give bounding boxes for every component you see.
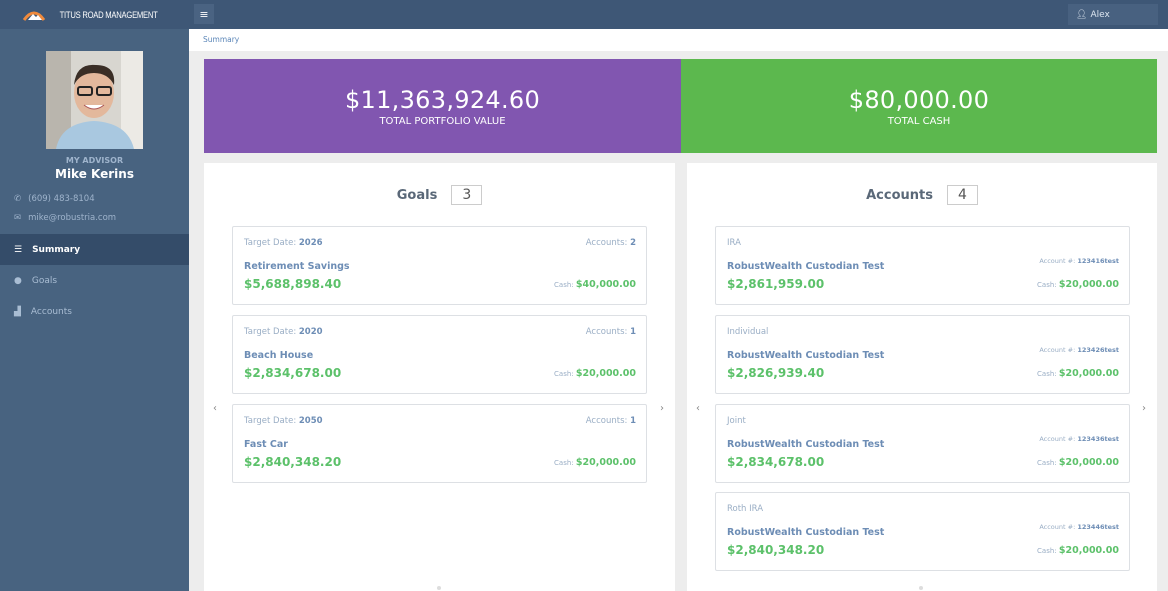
account-name[interactable]: RobustWealth Custodian Test (727, 527, 884, 538)
breadcrumb-summary[interactable]: Summary (203, 35, 239, 44)
account-type: Joint (727, 416, 746, 426)
brand-logo[interactable]: TITUS ROAD MANAGEMENT (0, 0, 189, 29)
advisor-photo (46, 51, 143, 149)
brand-name: TITUS ROAD MANAGEMENT (59, 9, 158, 20)
goals-header: Goals 3 (204, 185, 675, 205)
goal-accounts: Accounts: 1 (585, 416, 636, 426)
accounts-pager-dot[interactable] (919, 586, 923, 590)
advisor-email[interactable]: ✉ mike@robustria.com (14, 213, 116, 223)
goal-cash: Cash: $20,000.00 (554, 457, 636, 468)
total-portfolio-card: $11,363,924.60 TOTAL PORTFOLIO VALUE (204, 59, 681, 153)
target-date: Target Date: 2020 (244, 327, 323, 337)
advisor-phone[interactable]: ✆ (609) 483-8104 (14, 194, 95, 204)
account-card[interactable]: Joint RobustWealth Custodian Test $2,834… (715, 404, 1130, 483)
user-icon: 👤︎ (1076, 9, 1088, 20)
advisor-label: MY ADVISOR (65, 156, 124, 165)
goals-prev-arrow[interactable]: ‹ (213, 403, 217, 414)
accounts-next-arrow[interactable]: › (1142, 403, 1146, 414)
total-cash-card: $80,000.00 TOTAL CASH (681, 59, 1157, 153)
phone-icon: ✆ (14, 194, 22, 204)
account-card[interactable]: IRA RobustWealth Custodian Test $2,861,9… (715, 226, 1130, 305)
account-card[interactable]: Roth IRA RobustWealth Custodian Test $2,… (715, 492, 1130, 571)
goals-next-arrow[interactable]: › (660, 403, 664, 414)
sidebar-item-goals[interactable]: ● Goals (0, 265, 189, 296)
account-value: $2,826,939.40 (727, 366, 825, 380)
goal-name[interactable]: Retirement Savings (244, 261, 350, 272)
account-name[interactable]: RobustWealth Custodian Test (727, 350, 884, 361)
menu-toggle-button[interactable]: ≡ (194, 4, 214, 24)
list-icon: ☰ (14, 244, 23, 255)
account-number: Account #: 123416test (1039, 257, 1119, 265)
goal-card[interactable]: Target Date: 2050 Accounts: 1 Fast Car $… (232, 404, 647, 483)
nav-label: Summary (32, 244, 81, 255)
goal-name[interactable]: Fast Car (244, 439, 288, 450)
sidebar-item-summary[interactable]: ☰ Summary (0, 234, 189, 265)
account-type: Roth IRA (727, 504, 764, 514)
goal-name[interactable]: Beach House (244, 350, 313, 361)
sidebar-item-accounts[interactable]: ▟ Accounts (0, 296, 189, 327)
portfolio-value: $11,363,924.60 (344, 85, 541, 114)
goal-accounts: Accounts: 2 (585, 238, 636, 248)
target-date: Target Date: 2050 (244, 416, 323, 426)
goals-count: 3 (451, 185, 483, 205)
accounts-count: 4 (946, 185, 978, 205)
account-value: $2,861,959.00 (727, 277, 825, 291)
portfolio-label: TOTAL PORTFOLIO VALUE (379, 115, 506, 127)
hamburger-icon: ≡ (199, 7, 209, 21)
goal-card[interactable]: Target Date: 2026 Accounts: 2 Retirement… (232, 226, 647, 305)
nav-label: Goals (31, 275, 58, 286)
circle-icon: ● (14, 275, 22, 286)
account-card[interactable]: Individual RobustWealth Custodian Test $… (715, 315, 1130, 394)
goal-value: $2,840,348.20 (244, 455, 342, 469)
account-number: Account #: 123436test (1039, 435, 1119, 443)
goal-accounts: Accounts: 1 (585, 327, 636, 337)
goal-value: $2,834,678.00 (244, 366, 342, 380)
top-bar: TITUS ROAD MANAGEMENT ≡ 👤︎ Alex (0, 0, 1168, 29)
breadcrumb: Summary (189, 29, 1168, 51)
goals-pager-dot[interactable] (437, 586, 441, 590)
cash-value: $80,000.00 (848, 85, 990, 114)
chart-icon: ▟ (14, 306, 21, 317)
account-cash: Cash: $20,000.00 (1037, 368, 1119, 379)
account-number: Account #: 123446test (1039, 523, 1119, 531)
user-menu-button[interactable]: 👤︎ Alex (1068, 4, 1158, 25)
account-value: $2,840,348.20 (727, 543, 825, 557)
accounts-header: Accounts 4 (687, 185, 1157, 205)
account-cash: Cash: $20,000.00 (1037, 545, 1119, 556)
envelope-icon: ✉ (14, 213, 22, 223)
accounts-title: Accounts (866, 187, 933, 203)
sidebar: MY ADVISOR Mike Kerins ✆ (609) 483-8104 … (0, 29, 189, 591)
email-text: mike@robustria.com (28, 213, 117, 223)
account-name[interactable]: RobustWealth Custodian Test (727, 261, 884, 272)
goal-value: $5,688,898.40 (244, 277, 342, 291)
goal-cash: Cash: $40,000.00 (554, 279, 636, 290)
advisor-name: Mike Kerins (55, 167, 134, 181)
user-name: Alex (1090, 9, 1110, 20)
account-name[interactable]: RobustWealth Custodian Test (727, 439, 884, 450)
nav-label: Accounts (30, 306, 72, 317)
target-date: Target Date: 2026 (244, 238, 323, 248)
account-type: Individual (727, 327, 769, 337)
mountain-logo-icon (22, 11, 45, 21)
phone-text: (609) 483-8104 (28, 194, 95, 204)
goal-card[interactable]: Target Date: 2020 Accounts: 1 Beach Hous… (232, 315, 647, 394)
account-value: $2,834,678.00 (727, 455, 825, 469)
goal-cash: Cash: $20,000.00 (554, 368, 636, 379)
account-cash: Cash: $20,000.00 (1037, 279, 1119, 290)
account-type: IRA (727, 238, 741, 248)
accounts-prev-arrow[interactable]: ‹ (696, 403, 700, 414)
cash-label: TOTAL CASH (887, 115, 951, 127)
account-number: Account #: 123426test (1039, 346, 1119, 354)
account-cash: Cash: $20,000.00 (1037, 457, 1119, 468)
goals-title: Goals (396, 187, 438, 203)
